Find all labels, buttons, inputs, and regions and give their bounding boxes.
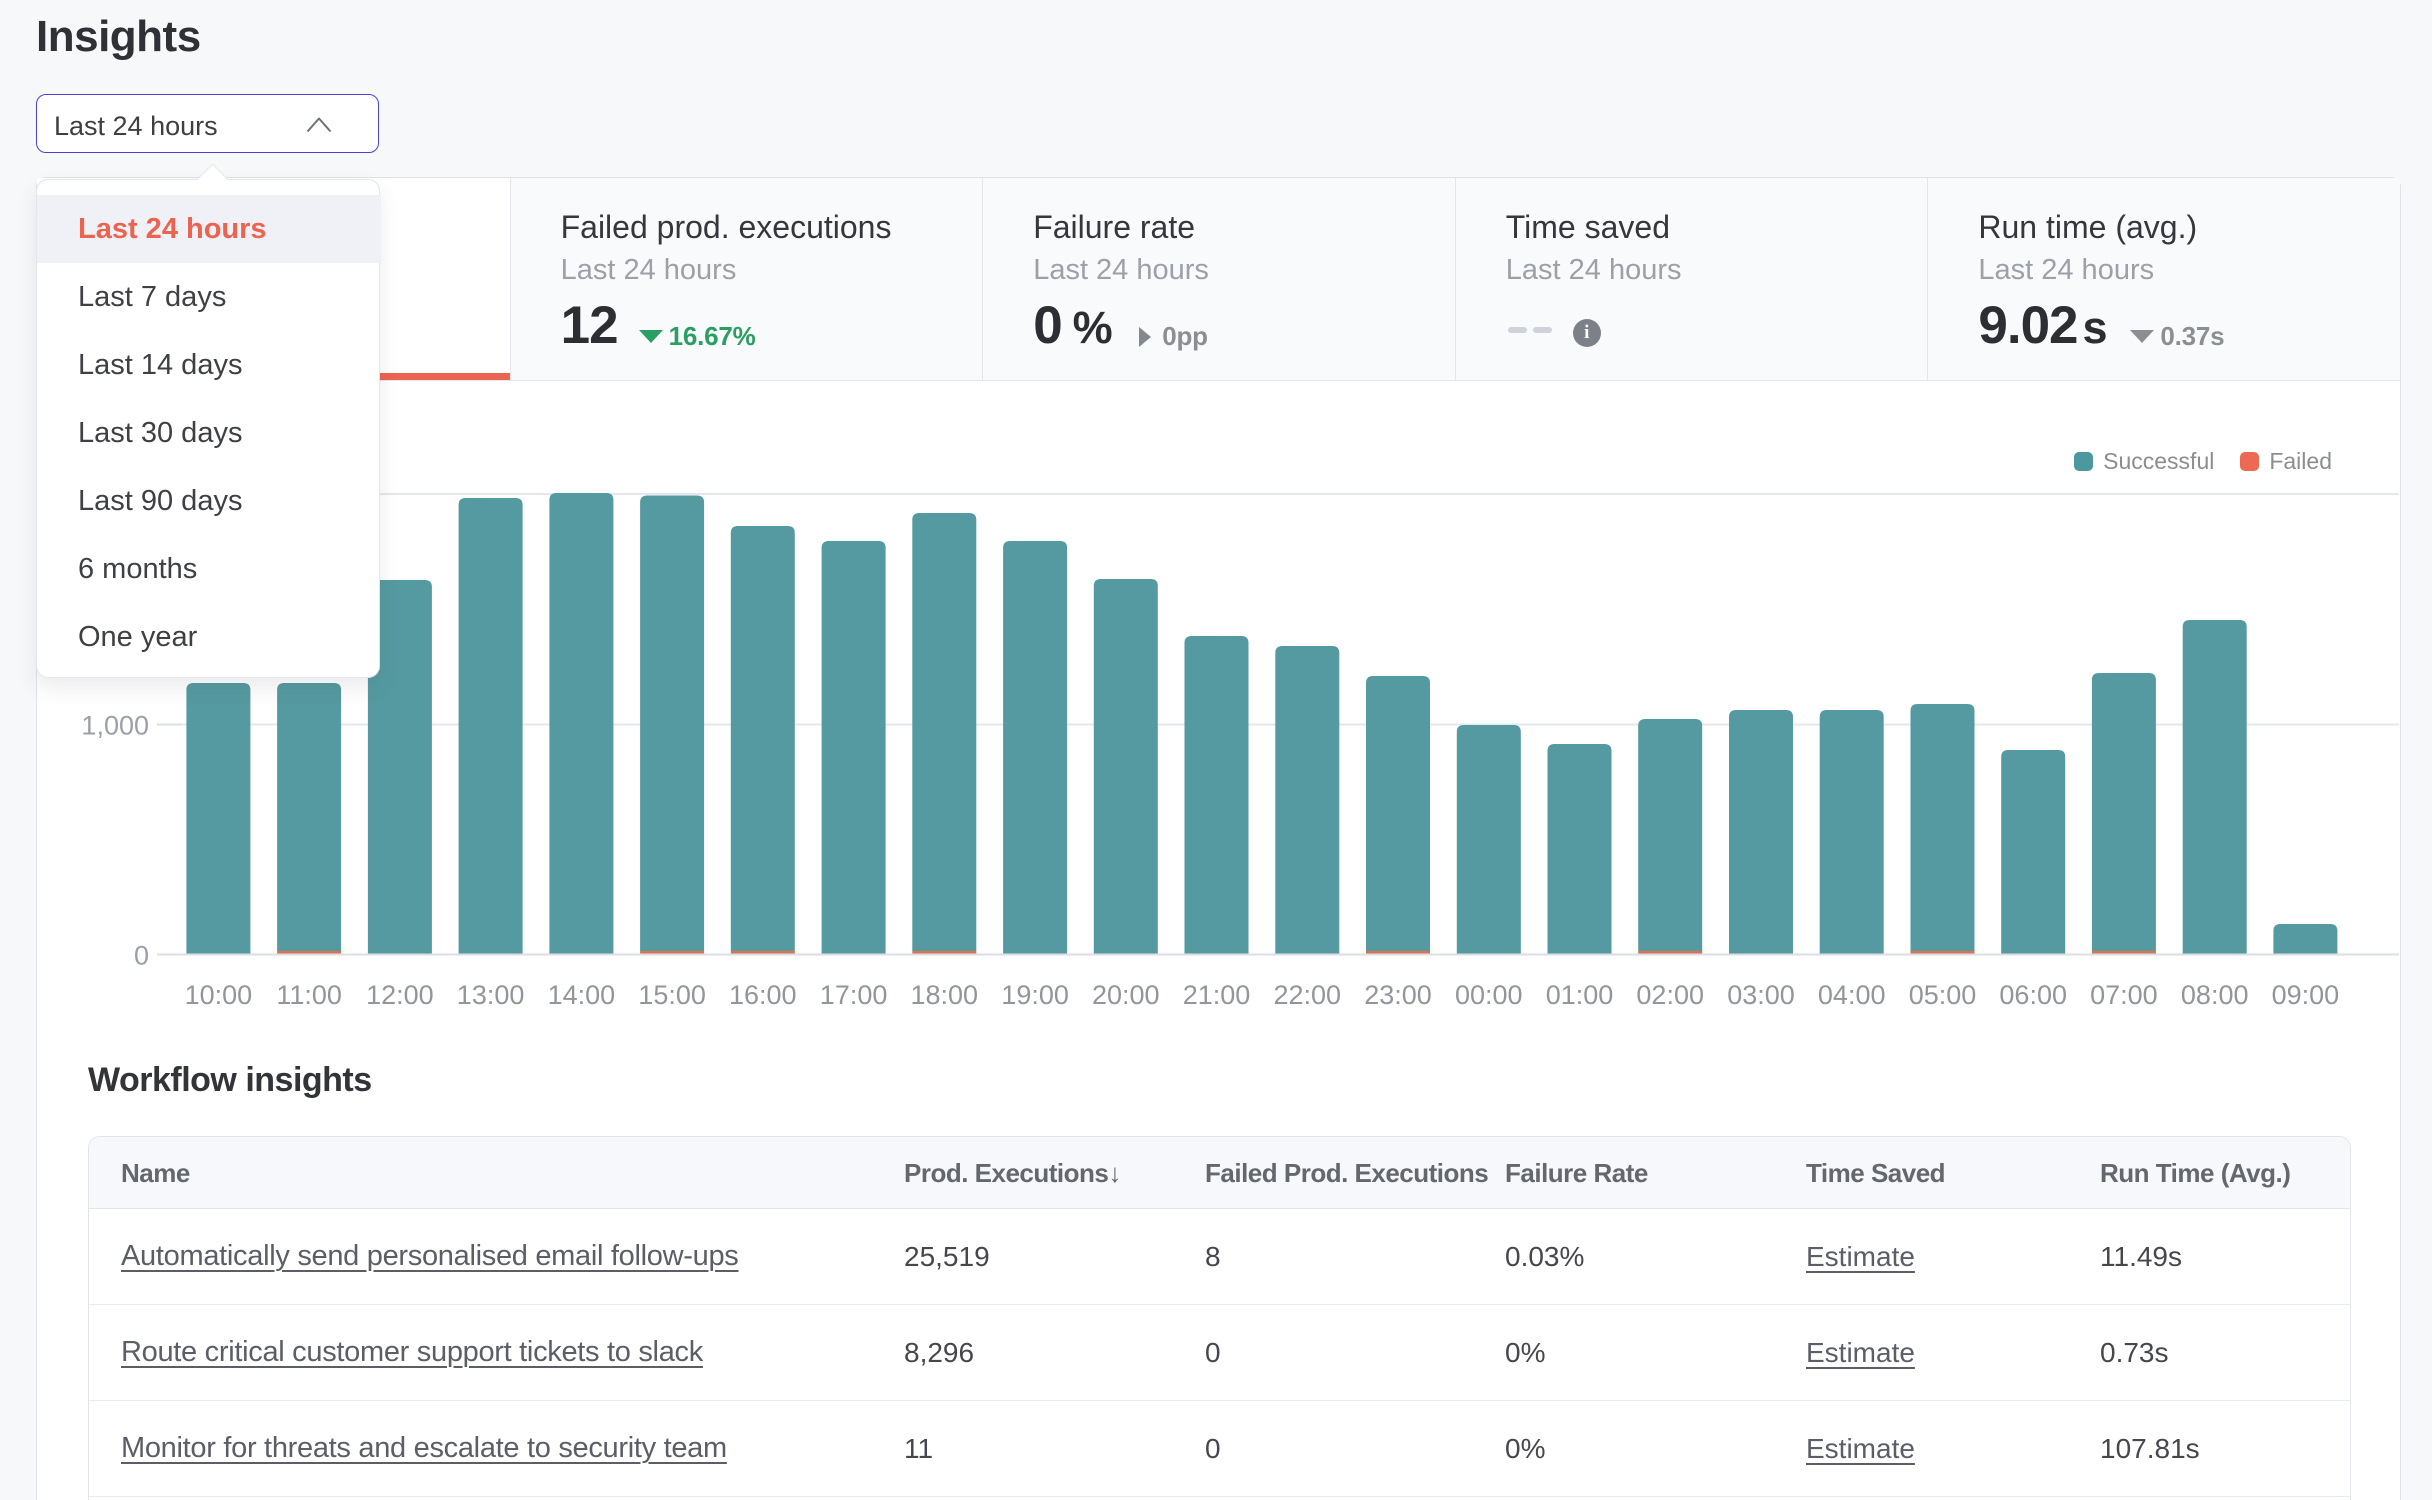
- svg-text:11:00: 11:00: [276, 980, 342, 1010]
- svg-text:06:00: 06:00: [1999, 980, 2067, 1010]
- svg-text:23:00: 23:00: [1364, 980, 1432, 1010]
- svg-text:1,000: 1,000: [81, 711, 149, 741]
- svg-text:13:00: 13:00: [457, 980, 525, 1010]
- svg-text:0: 0: [134, 941, 149, 971]
- svg-text:14:00: 14:00: [548, 980, 616, 1010]
- svg-text:04:00: 04:00: [1818, 980, 1886, 1010]
- svg-text:07:00: 07:00: [2090, 980, 2158, 1010]
- svg-text:10:00: 10:00: [185, 980, 253, 1010]
- svg-text:08:00: 08:00: [2181, 980, 2249, 1010]
- svg-text:12:00: 12:00: [366, 980, 434, 1010]
- svg-text:18:00: 18:00: [911, 980, 979, 1010]
- svg-text:00:00: 00:00: [1455, 980, 1523, 1010]
- svg-text:03:00: 03:00: [1727, 980, 1795, 1010]
- svg-text:22:00: 22:00: [1274, 980, 1342, 1010]
- svg-text:17:00: 17:00: [820, 980, 888, 1010]
- svg-text:21:00: 21:00: [1183, 980, 1251, 1010]
- svg-text:09:00: 09:00: [2272, 980, 2340, 1010]
- svg-text:20:00: 20:00: [1092, 980, 1160, 1010]
- svg-text:02:00: 02:00: [1636, 980, 1704, 1010]
- svg-text:05:00: 05:00: [1909, 980, 1977, 1010]
- svg-text:16:00: 16:00: [729, 980, 797, 1010]
- svg-text:19:00: 19:00: [1001, 980, 1069, 1010]
- svg-text:15:00: 15:00: [638, 980, 706, 1010]
- svg-text:01:00: 01:00: [1546, 980, 1614, 1010]
